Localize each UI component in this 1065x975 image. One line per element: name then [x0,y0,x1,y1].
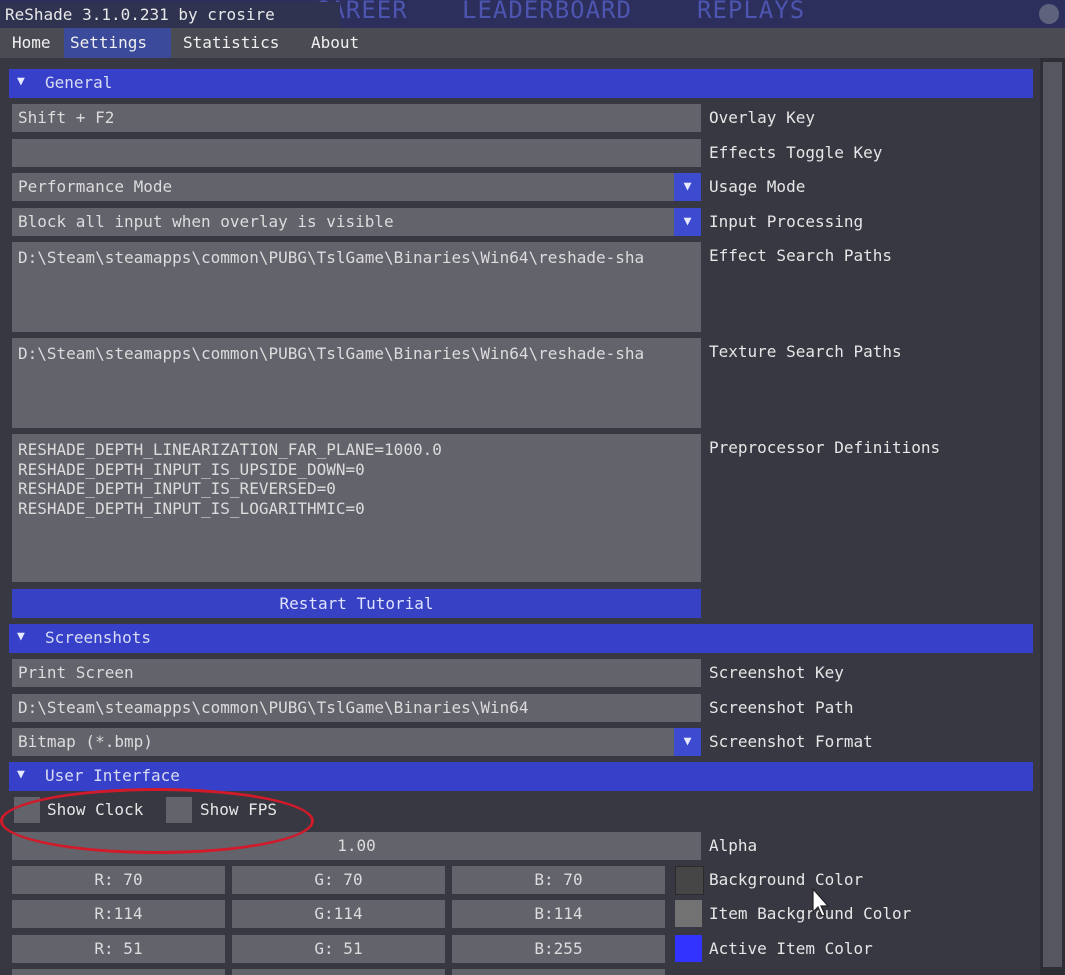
item-bg-color-r-input[interactable]: R:114 [12,900,225,928]
usage-mode-label: Usage Mode [709,177,806,196]
bg-tab-replays: REPLAYS [697,0,806,24]
title-bar: ReShade 3.1.0.231 by crosire [0,2,340,28]
section-screenshots-label: Screenshots [45,628,151,647]
effect-search-paths-textarea[interactable]: D:\Steam\steamapps\common\PUBG\TslGame\B… [12,242,701,332]
usage-mode-select[interactable]: Performance Mode ▼ [12,173,701,201]
input-processing-value: Block all input when overlay is visible [18,212,394,231]
restart-tutorial-button[interactable]: Restart Tutorial [12,589,701,618]
screenshot-format-value: Bitmap (*.bmp) [18,732,153,751]
dropdown-arrow-icon[interactable]: ▼ [674,208,701,236]
overlay-key-value: Shift + F2 [18,108,115,127]
menu-settings[interactable]: Settings [64,28,171,58]
collapse-arrow-icon: ▼ [17,74,25,89]
section-user-interface-label: User Interface [45,766,180,785]
background-color-b-input[interactable]: B: 70 [452,866,665,894]
usage-mode-value: Performance Mode [18,177,173,196]
overlay-key-input[interactable]: Shift + F2 [12,104,701,132]
screenshot-key-label: Screenshot Key [709,663,844,682]
item-bg-color-label: Item Background Color [709,904,912,923]
preprocessor-definitions-value: RESHADE_DEPTH_LINEARIZATION_FAR_PLANE=10… [18,440,442,518]
screenshot-key-value: Print Screen [18,663,134,682]
texture-search-paths-textarea[interactable]: D:\Steam\steamapps\common\PUBG\TslGame\B… [12,338,701,428]
screenshot-format-select[interactable]: Bitmap (*.bmp) ▼ [12,728,701,756]
bg-tab-leaderboard: LEADERBOARD [462,0,632,24]
background-color-swatch[interactable] [675,866,704,895]
screenshot-format-label: Screenshot Format [709,732,873,751]
effects-toggle-key-input[interactable] [12,139,701,167]
effect-search-paths-label: Effect Search Paths [709,246,893,265]
item-bg-color-g-input[interactable]: G:114 [232,900,445,928]
screenshot-key-input[interactable]: Print Screen [12,659,701,687]
item-bg-color-swatch[interactable] [675,900,702,927]
bg-close-icon [1039,4,1059,24]
active-item-color-label: Active Item Color [709,939,873,958]
next-row-b-input[interactable] [452,969,665,975]
section-screenshots-header[interactable]: ▼ Screenshots [9,624,1033,653]
active-item-color-b-input[interactable]: B:255 [452,935,665,963]
menu-bar: Home Settings Statistics About [0,28,1065,58]
screenshot-path-value: D:\Steam\steamapps\common\PUBG\TslGame\B… [18,698,529,717]
collapse-arrow-icon: ▼ [17,767,25,782]
scrollbar-thumb[interactable] [1043,62,1062,967]
screenshot-path-input[interactable]: D:\Steam\steamapps\common\PUBG\TslGame\B… [12,694,701,722]
section-user-interface-header[interactable]: ▼ User Interface [9,762,1033,791]
section-general-label: General [45,73,113,92]
section-general-header[interactable]: ▼ General [9,69,1033,98]
active-item-color-r-input[interactable]: R: 51 [12,935,225,963]
highlight-annotation [0,788,314,854]
menu-about[interactable]: About [305,28,365,58]
active-item-color-swatch[interactable] [675,935,702,962]
next-row-g-input[interactable] [232,969,445,975]
screenshot-path-label: Screenshot Path [709,698,854,717]
texture-search-paths-value: D:\Steam\steamapps\common\PUBG\TslGame\B… [18,344,645,363]
background-color-label: Background Color [709,870,864,889]
alpha-label: Alpha [709,836,758,855]
next-row-r-input[interactable] [12,969,225,975]
texture-search-paths-label: Texture Search Paths [709,342,902,361]
input-processing-select[interactable]: Block all input when overlay is visible … [12,208,701,236]
item-bg-color-b-input[interactable]: B:114 [452,900,665,928]
collapse-arrow-icon: ▼ [17,629,25,644]
preprocessor-definitions-label: Preprocessor Definitions [709,438,941,457]
dropdown-arrow-icon[interactable]: ▼ [674,173,701,201]
preprocessor-definitions-textarea[interactable]: RESHADE_DEPTH_LINEARIZATION_FAR_PLANE=10… [12,434,701,582]
background-color-g-input[interactable]: G: 70 [232,866,445,894]
window-title: ReShade 3.1.0.231 by crosire [5,5,275,24]
effects-toggle-key-label: Effects Toggle Key [709,143,883,162]
active-item-color-g-input[interactable]: G: 51 [232,935,445,963]
input-processing-label: Input Processing [709,212,864,231]
overlay-key-label: Overlay Key [709,108,815,127]
dropdown-arrow-icon[interactable]: ▼ [674,728,701,756]
menu-home[interactable]: Home [6,28,57,58]
background-color-r-input[interactable]: R: 70 [12,866,225,894]
effect-search-paths-value: D:\Steam\steamapps\common\PUBG\TslGame\B… [18,248,645,267]
menu-statistics[interactable]: Statistics [177,28,285,58]
